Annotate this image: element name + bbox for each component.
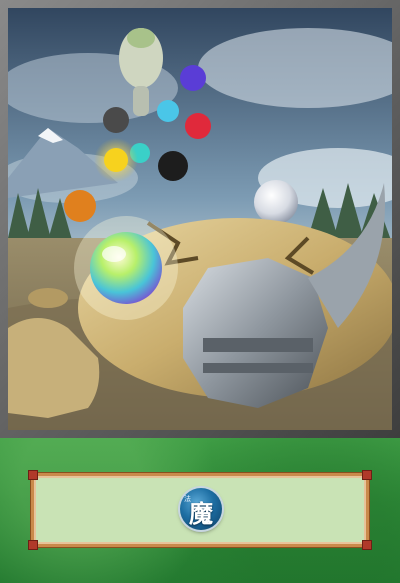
text-box-corner bbox=[362, 470, 372, 480]
artwork-frame bbox=[0, 0, 400, 438]
text-box-corner bbox=[28, 470, 38, 480]
purple-orb bbox=[180, 65, 206, 91]
white-orb bbox=[254, 180, 298, 224]
text-box-corner bbox=[28, 540, 38, 550]
card-artwork bbox=[8, 8, 392, 430]
orange-orb bbox=[64, 190, 96, 222]
spell-icon: 法 魔 bbox=[180, 488, 222, 530]
rainbow-orb bbox=[90, 232, 162, 304]
artwork-illustration bbox=[8, 8, 392, 430]
dark-orb bbox=[103, 107, 129, 133]
red-orb bbox=[185, 113, 211, 139]
cyan-orb bbox=[157, 100, 179, 122]
text-box-corner bbox=[362, 540, 372, 550]
spell-card[interactable]: 法 魔 bbox=[0, 0, 400, 583]
yellow-orb bbox=[104, 148, 128, 172]
spell-icon-glyph: 魔 bbox=[189, 499, 213, 528]
black-orb bbox=[158, 151, 188, 181]
